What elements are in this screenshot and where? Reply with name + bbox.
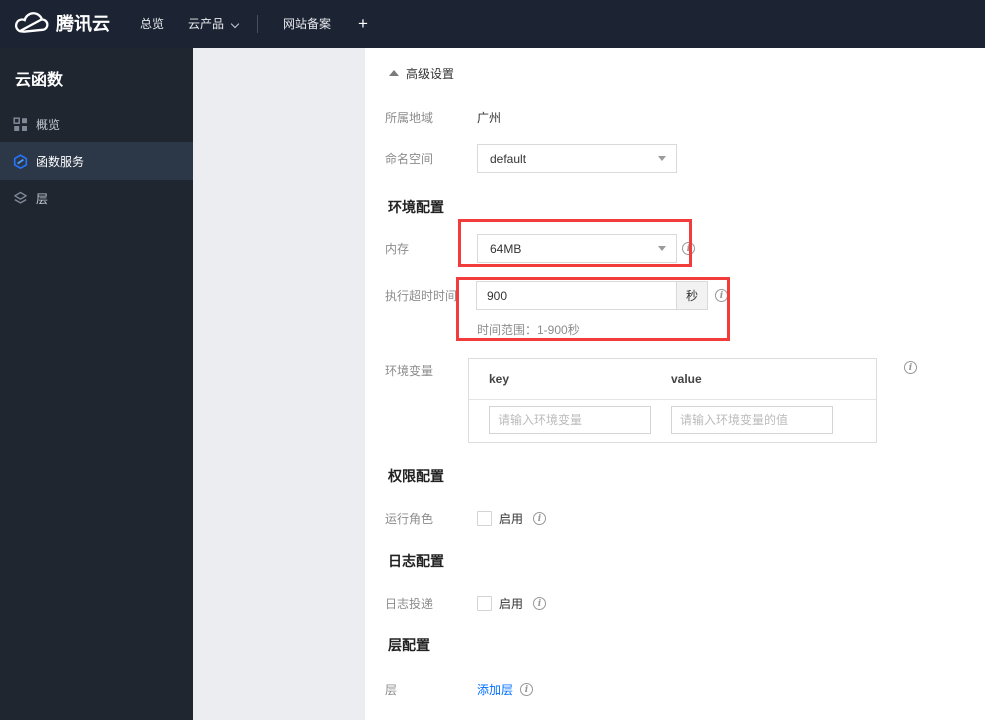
sidebar-item-function-service[interactable]: 函数服务 [0, 142, 193, 180]
brand-name[interactable]: 腾讯云 [56, 0, 110, 48]
role-enable-checkbox[interactable] [477, 510, 492, 526]
sidebar-item-label: 函数服务 [36, 154, 85, 169]
namespace-selected-value: default [490, 151, 527, 166]
secondary-panel-background [193, 48, 365, 720]
nav-item-icp[interactable]: 网站备案 [283, 0, 331, 48]
namespace-select[interactable]: default [477, 144, 677, 173]
env-vars-label: 环境变量 [385, 364, 434, 378]
top-navbar: 腾讯云 总览 云产品 网站备案 + [0, 0, 985, 48]
navbar-divider [257, 15, 258, 33]
log-delivery-row: 日志投递 启用 [385, 593, 547, 613]
region-row: 所属地域 广州 [385, 103, 501, 132]
chevron-down-icon [230, 19, 240, 29]
info-icon[interactable] [520, 682, 534, 696]
timeout-hint: 时间范围：1-900秒 [477, 323, 580, 337]
nav-item-overview[interactable]: 总览 [140, 0, 164, 48]
info-icon[interactable] [715, 289, 728, 302]
env-value-input[interactable] [671, 406, 833, 434]
timeout-label: 执行超时时间 [385, 289, 458, 303]
chevron-down-icon [658, 246, 666, 251]
sidebar-item-overview[interactable]: 概览 [0, 105, 193, 143]
memory-row: 内存 64MB [385, 234, 677, 263]
log-enable-checkbox[interactable] [477, 595, 492, 611]
table-divider [469, 399, 876, 400]
layers-icon [13, 191, 28, 206]
sidebar-title: 云函数 [15, 72, 64, 89]
main-content: 高级设置 所属地域 广州 命名空间 default 环境配置 内存 64MB 执… [365, 48, 985, 720]
role-row: 运行角色 启用 [385, 508, 547, 528]
timeout-unit: 秒 [676, 282, 707, 309]
section-layer-config: 层配置 [388, 637, 430, 653]
tencent-cloud-logo-icon[interactable] [14, 10, 50, 40]
log-delivery-label: 日志投递 [385, 596, 434, 611]
timeout-input-group: 秒 [476, 281, 708, 310]
role-label: 运行角色 [385, 511, 434, 526]
region-label: 所属地域 [385, 111, 434, 125]
memory-label: 内存 [385, 242, 410, 256]
memory-selected-value: 64MB [490, 241, 522, 256]
sidebar: 云函数 概览 函数服务 层 [0, 48, 193, 720]
env-vars-table: key value [468, 358, 877, 443]
namespace-row: 命名空间 default [385, 144, 677, 173]
chevron-down-icon [658, 156, 666, 161]
sidebar-item-label: 概览 [36, 117, 61, 132]
memory-select[interactable]: 64MB [477, 234, 677, 263]
layer-row: 层 添加层 [385, 681, 534, 698]
info-icon[interactable] [904, 361, 917, 374]
env-key-header: key [489, 372, 510, 386]
overview-grid-icon [13, 116, 28, 132]
collapse-arrow-icon [389, 70, 399, 76]
region-value: 广州 [477, 111, 502, 125]
add-tab-button[interactable]: + [358, 0, 368, 47]
log-enable-label: 启用 [499, 596, 524, 611]
sidebar-item-label: 层 [36, 191, 49, 206]
section-log-config: 日志配置 [388, 553, 444, 569]
sidebar-item-layers[interactable]: 层 [0, 179, 193, 217]
add-layer-link[interactable]: 添加层 [477, 681, 513, 698]
advanced-settings-label: 高级设置 [406, 66, 455, 81]
nav-item-cloud-products[interactable]: 云产品 [188, 0, 224, 48]
namespace-label: 命名空间 [385, 152, 434, 166]
section-env-config: 环境配置 [388, 199, 444, 215]
role-enable-label: 启用 [499, 511, 524, 526]
env-key-input[interactable] [489, 406, 651, 434]
timeout-input[interactable] [477, 282, 676, 309]
section-perm-config: 权限配置 [388, 468, 444, 484]
info-icon[interactable] [682, 242, 695, 255]
info-icon[interactable] [533, 596, 547, 610]
scf-hexagon-icon [13, 153, 28, 169]
info-icon[interactable] [533, 511, 547, 525]
advanced-settings-toggle[interactable]: 高级设置 [389, 66, 455, 81]
layer-label: 层 [385, 682, 398, 697]
timeout-row: 执行超时时间 [385, 281, 477, 310]
env-value-header: value [671, 372, 702, 386]
